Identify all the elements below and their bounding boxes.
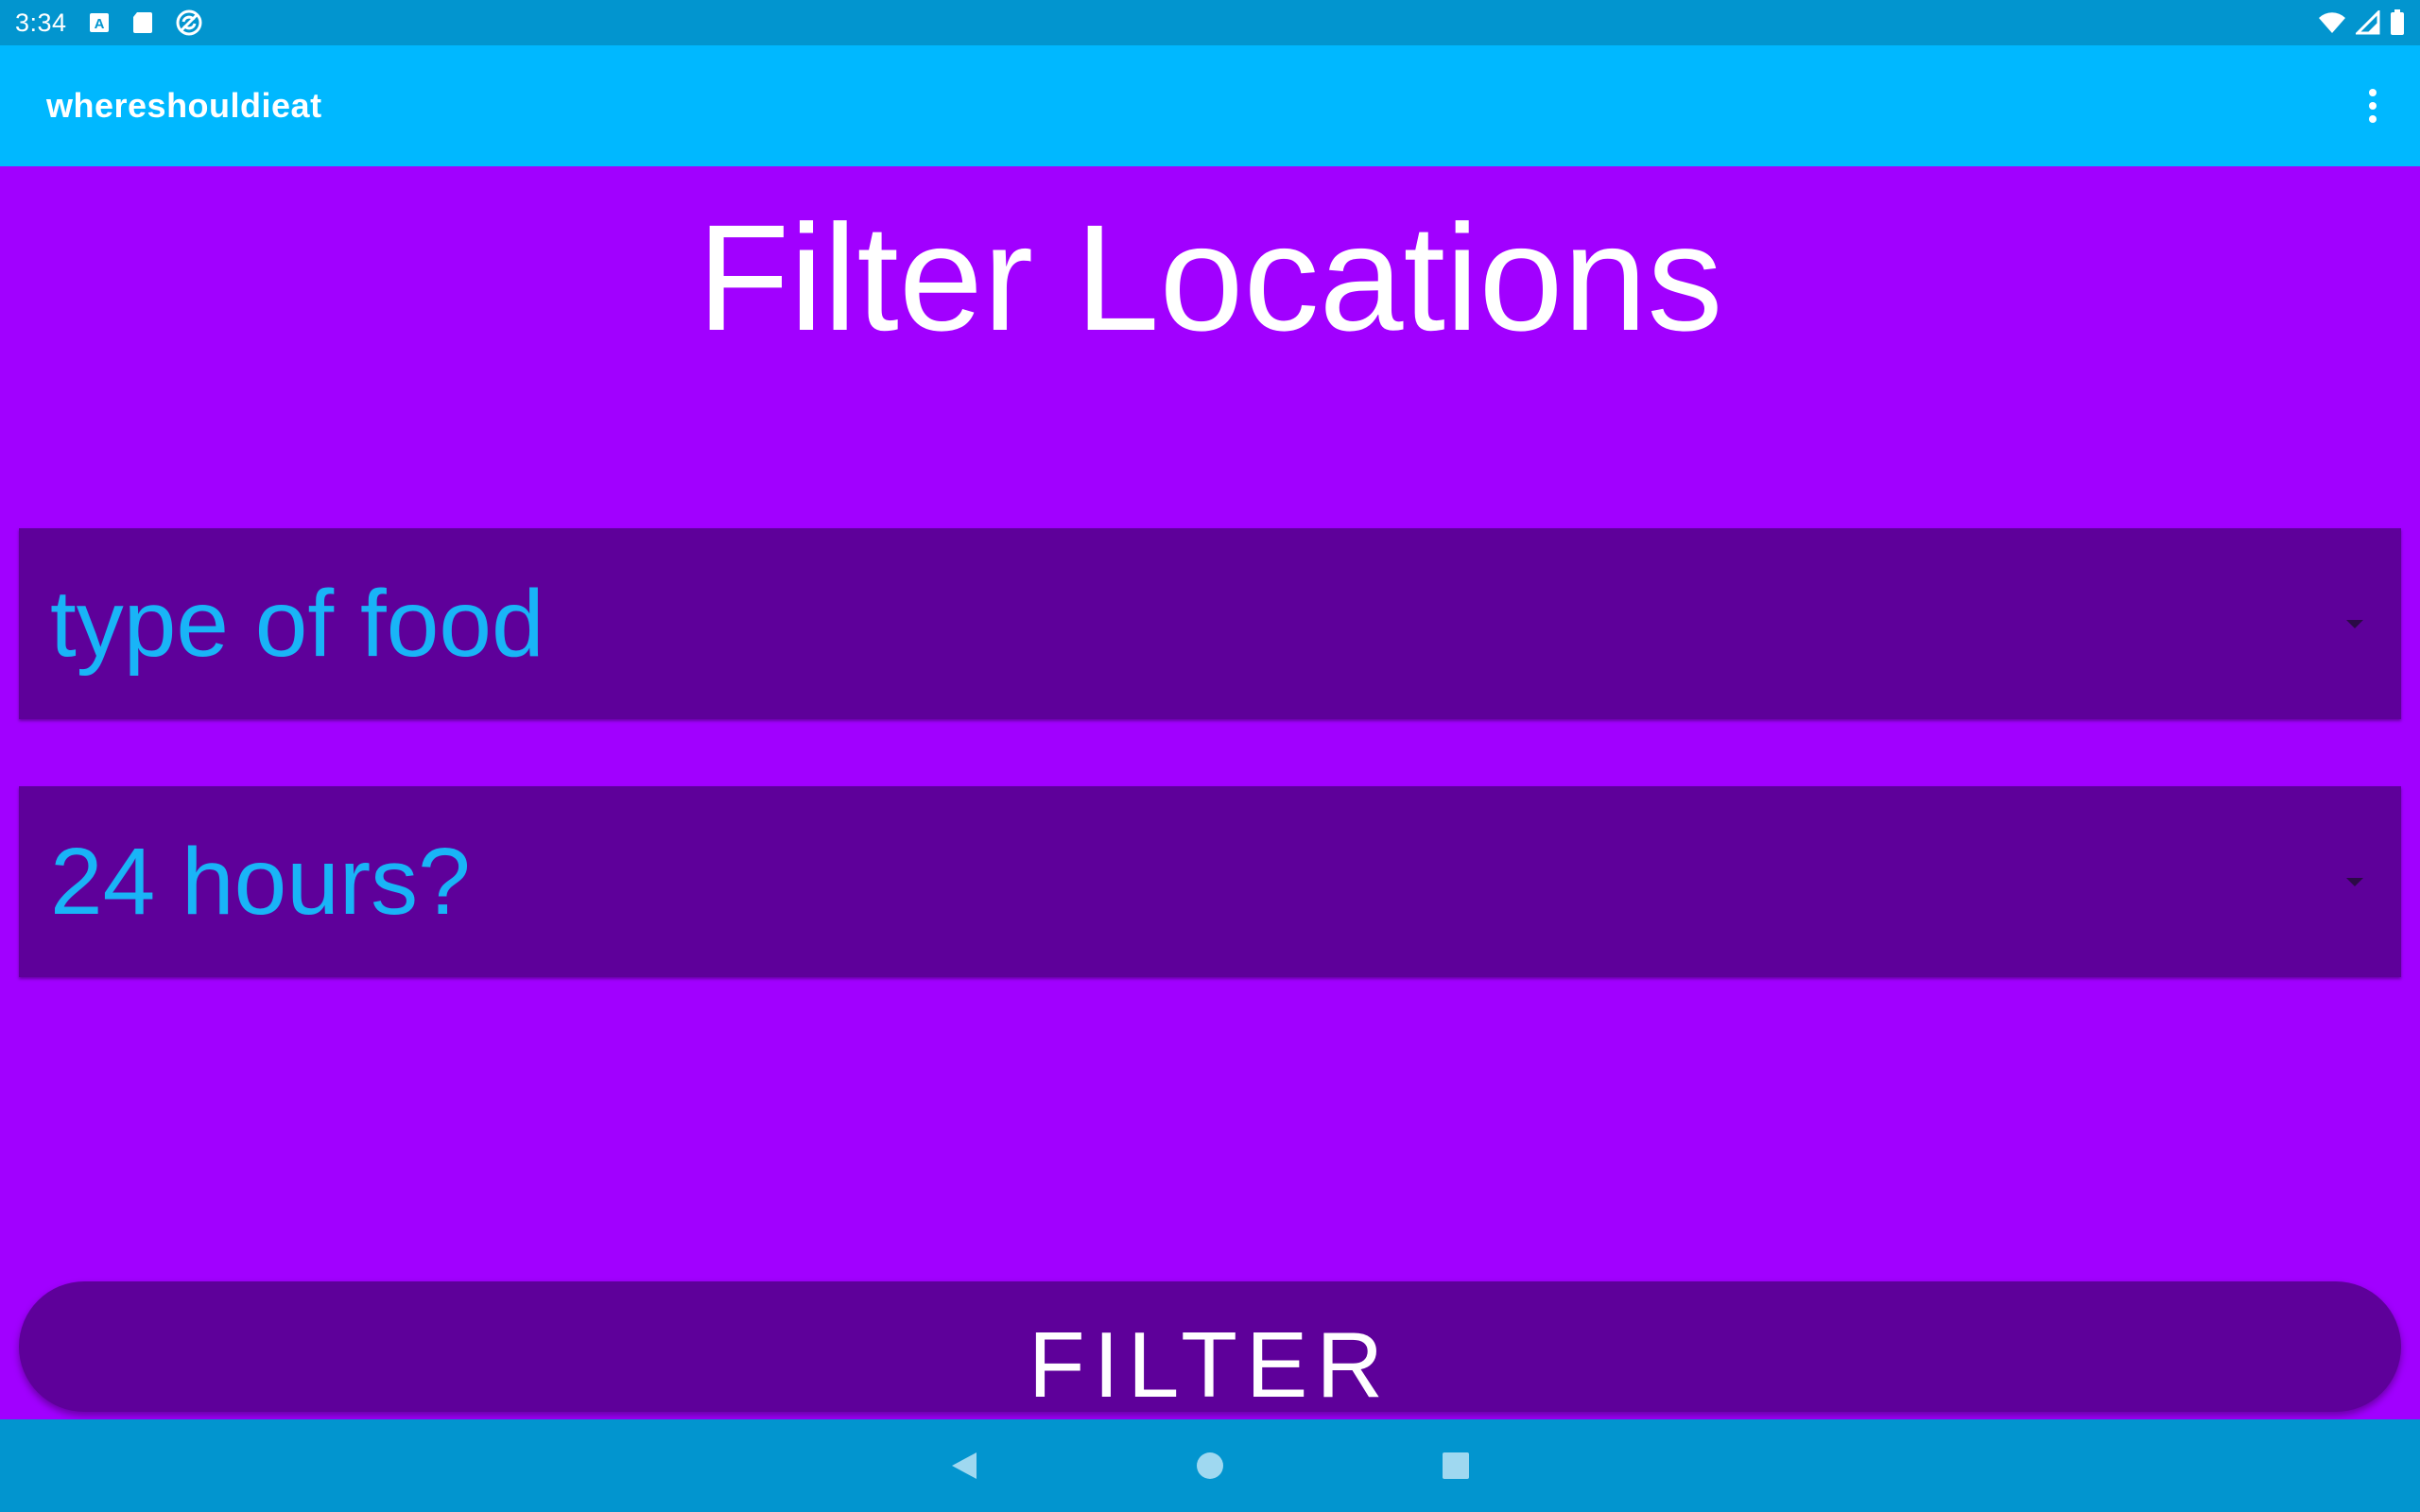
status-time: 3:34 [15,8,67,37]
svg-text:A: A [94,16,104,32]
dropdown-arrow-icon [2346,877,2363,886]
back-icon[interactable] [945,1447,983,1485]
food-type-selected-value: type of food [50,571,544,677]
filter-screen: Filter Locations type of food 24 hours? … [0,166,2420,1419]
sync-circle-icon [175,9,203,37]
status-right [2318,9,2405,36]
hours-selected-value: 24 hours? [50,829,471,935]
wifi-icon [2318,10,2346,35]
hours-spinner[interactable]: 24 hours? [19,786,2401,977]
sd-card-icon [131,10,154,35]
home-icon[interactable] [1191,1447,1229,1485]
filter-button[interactable]: FILTER [19,1281,2401,1417]
food-type-spinner[interactable]: type of food [19,528,2401,719]
recents-icon[interactable] [1437,1447,1475,1485]
status-bar: 3:34 A [0,0,2420,45]
battery-icon [2390,9,2405,36]
signal-icon [2356,10,2380,35]
status-left: 3:34 A [15,9,203,38]
keyboard-a-icon: A [88,11,111,34]
more-vert-icon[interactable] [2354,77,2392,134]
app-title: whereshouldieat [46,86,322,125]
page-title: Filter Locations [697,193,1723,362]
app-bar: whereshouldieat [0,45,2420,166]
dropdown-arrow-icon [2346,619,2363,628]
navigation-bar [0,1419,2420,1512]
